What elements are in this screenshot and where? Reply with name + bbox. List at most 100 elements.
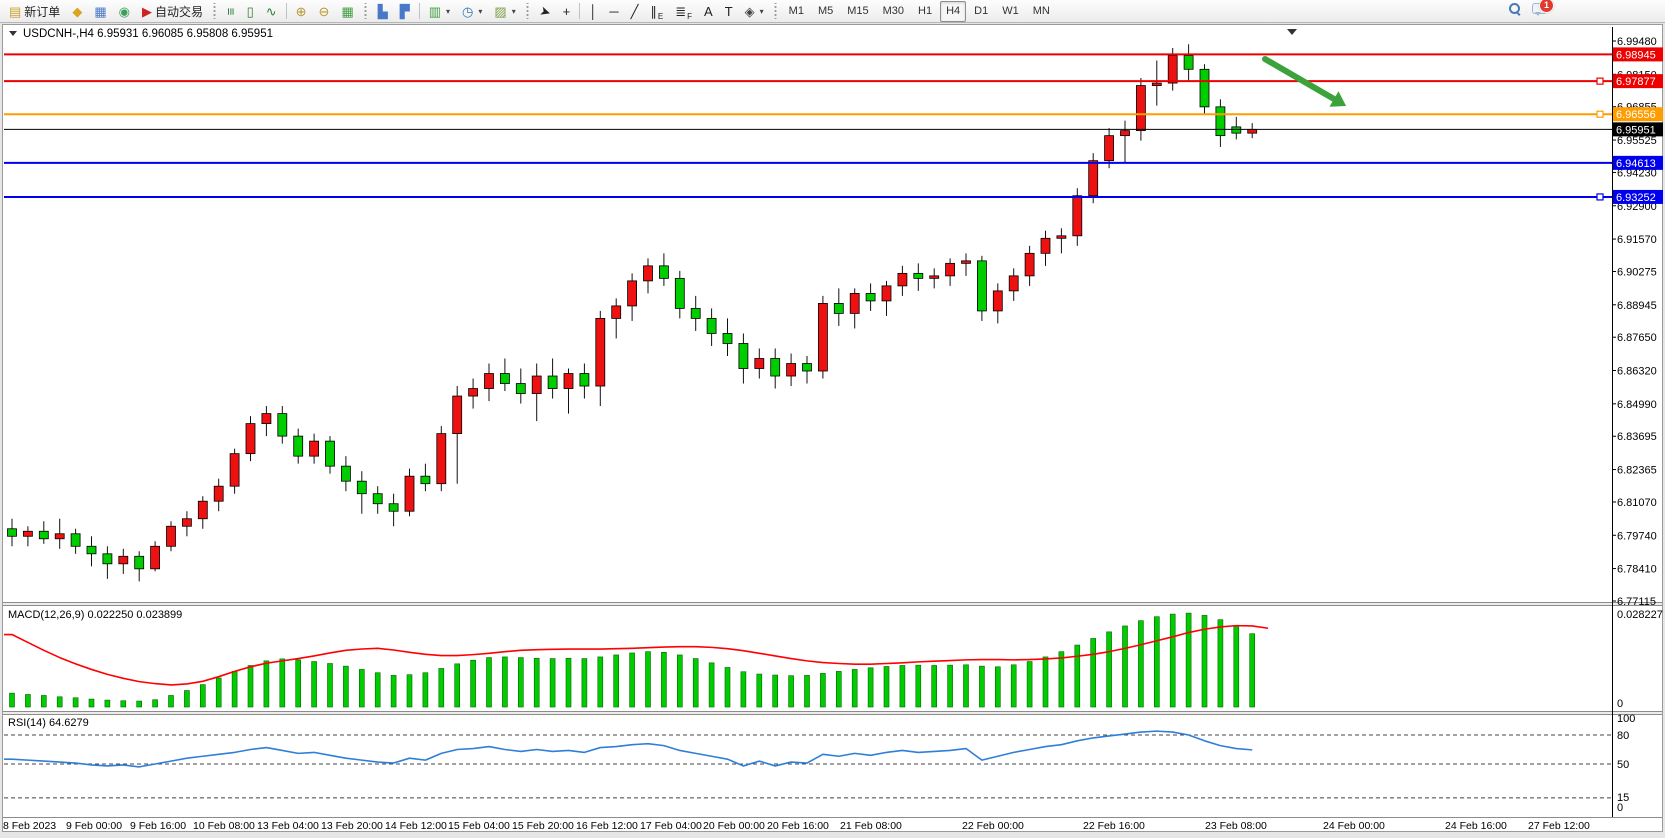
macd-histogram-bar (1075, 645, 1080, 707)
timeframe-m5[interactable]: M5 (812, 1, 839, 22)
candle-body (818, 303, 827, 371)
channel-tool-icon[interactable]: ∥E (645, 1, 668, 22)
channel-tool-icon: ∥ (650, 5, 657, 18)
zoom-out-icon[interactable]: ⊖ (314, 1, 335, 22)
notifications-chat-icon[interactable]: 1 (1532, 2, 1547, 14)
candle-body (198, 501, 207, 519)
new-order-button[interactable]: ▤新订单 (4, 1, 65, 22)
candle-body (580, 374, 589, 387)
candle-body (1057, 236, 1066, 239)
market-watch-icon: ▦ (94, 5, 106, 18)
candle-body (993, 291, 1002, 311)
timeframe-h1[interactable]: H1 (912, 1, 938, 22)
macd-histogram-bar (359, 669, 364, 707)
svg-text:100: 100 (1617, 713, 1635, 725)
text-tool-icon[interactable]: A (699, 1, 718, 22)
line-drag-handle[interactable] (1597, 111, 1603, 117)
cascade-charts-icon[interactable]: ▛ (395, 1, 415, 22)
label-tool-icon[interactable]: T (720, 1, 738, 22)
timeframe-m15[interactable]: M15 (841, 1, 874, 22)
candle-body (119, 556, 128, 564)
candle-body (453, 396, 462, 434)
macd-histogram-bar (518, 658, 523, 707)
search-icon[interactable] (1509, 3, 1520, 14)
macd-histogram-bar (630, 653, 635, 707)
candle-body (39, 531, 48, 539)
cursor-tool-icon: ➤ (538, 3, 552, 19)
timeframe-h4[interactable]: H4 (940, 1, 966, 22)
arrange-charts-icon[interactable]: ▙ (373, 1, 393, 22)
macd-histogram-bar (614, 655, 619, 707)
timeframe-mn[interactable]: MN (1027, 1, 1056, 22)
candle-body (1105, 136, 1114, 161)
macd-histogram-bar (1043, 657, 1048, 707)
line-drag-handle[interactable] (1597, 194, 1603, 200)
ticket-icon[interactable]: ◆ (67, 1, 87, 22)
candle-body (1089, 161, 1098, 196)
new-order-button-label: 新订单 (24, 3, 60, 20)
timeframe-m1[interactable]: M1 (783, 1, 810, 22)
new-chart-icon[interactable]: ▥▾ (424, 1, 455, 22)
chevron-down-icon: ▾ (512, 7, 516, 16)
toolbar-grip (363, 3, 369, 19)
macd-histogram-bar (1011, 665, 1016, 707)
fibonacci-tool-icon: ≣ (675, 5, 686, 18)
candle-body (882, 286, 891, 301)
svg-text:6.84990: 6.84990 (1617, 399, 1657, 411)
cursor-tool-icon[interactable]: ➤ (535, 1, 556, 22)
macd-histogram-bar (137, 701, 142, 707)
svg-text:6.78410: 6.78410 (1617, 564, 1657, 576)
timeframe-w1[interactable]: W1 (996, 1, 1025, 22)
template-icon[interactable]: ▨▾ (489, 1, 520, 22)
svg-text:6.93252: 6.93252 (1616, 192, 1656, 204)
candle-body (246, 424, 255, 454)
macd-histogram-bar (153, 700, 158, 707)
zoom-in-icon[interactable]: ⊕ (291, 1, 312, 22)
signals-icon[interactable]: ◉ (114, 1, 135, 22)
fibonacci-tool-icon[interactable]: ≣F (670, 1, 697, 22)
macd-histogram-bar (25, 694, 30, 707)
candlestick-type-icon[interactable]: ▯ (242, 1, 259, 22)
candle-body (500, 374, 509, 384)
trendline-tool-icon[interactable]: ╱ (626, 1, 644, 22)
candle-body (755, 358, 764, 368)
vertical-line-tool-icon[interactable]: │ (584, 1, 602, 22)
timeframe-m30[interactable]: M30 (877, 1, 910, 22)
auto-trading-button[interactable]: ▶自动交易 (137, 1, 208, 22)
candle-body (469, 389, 478, 397)
macd-histogram-bar (471, 660, 476, 707)
line-drag-handle[interactable] (1597, 78, 1603, 84)
svg-text:6.99480: 6.99480 (1617, 36, 1657, 48)
new-order-icon: ▤ (9, 5, 21, 18)
macd-histogram-bar (725, 667, 730, 707)
svg-text:16 Feb 12:00: 16 Feb 12:00 (576, 820, 638, 832)
line-chart-type-icon[interactable]: ∿ (261, 1, 282, 22)
candle-body (612, 306, 621, 319)
svg-text:22 Feb 16:00: 22 Feb 16:00 (1083, 820, 1145, 832)
crosshair-tool-icon: + (563, 5, 571, 18)
macd-histogram-bar (375, 673, 380, 707)
rsi-label: RSI(14) 64.6279 (8, 717, 89, 729)
timeframe-d1[interactable]: D1 (968, 1, 994, 22)
toolbar-grip (525, 3, 531, 19)
toolbar-grip (773, 3, 779, 19)
svg-text:6.90275: 6.90275 (1617, 266, 1657, 278)
market-watch-icon[interactable]: ▦ (89, 1, 111, 22)
candle-body (771, 358, 780, 376)
crosshair-tool-icon[interactable]: + (558, 1, 576, 22)
svg-text:24 Feb 16:00: 24 Feb 16:00 (1445, 820, 1507, 832)
tile-windows-icon[interactable]: ▦ (336, 1, 358, 22)
macd-histogram-bar (693, 659, 698, 707)
period-clock-icon[interactable]: ◷▾ (457, 1, 487, 22)
shapes-tool-icon[interactable]: ◈▾ (740, 1, 769, 22)
candle-body (230, 454, 239, 487)
svg-text:6.83695: 6.83695 (1617, 431, 1657, 443)
horizontal-line-tool-icon[interactable]: ─ (604, 1, 623, 22)
bar-chart-type-icon[interactable]: ≡ (222, 1, 240, 22)
candle-body (1121, 131, 1130, 136)
candle-body (866, 293, 875, 301)
macd-histogram-bar (89, 699, 94, 707)
macd-histogram-bar (1107, 632, 1112, 707)
macd-histogram-bar (264, 661, 269, 707)
candle-body (1200, 69, 1209, 107)
